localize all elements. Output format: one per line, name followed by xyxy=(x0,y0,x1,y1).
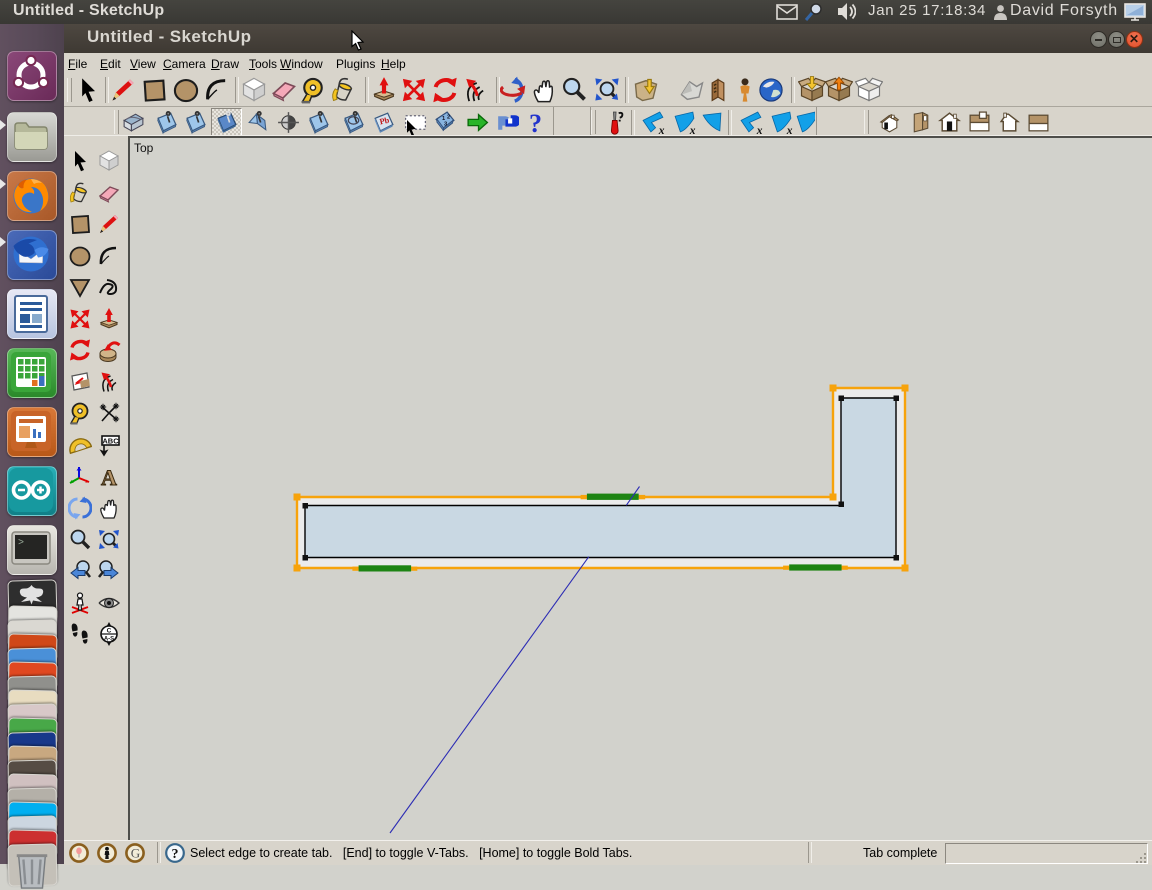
svg-text:>: > xyxy=(18,538,24,549)
svg-text:?: ? xyxy=(529,110,542,135)
svg-text:2: 2 xyxy=(447,115,450,121)
svg-text:G: G xyxy=(131,846,140,861)
svg-text:C: C xyxy=(107,628,112,635)
svg-text:x: x xyxy=(786,125,793,135)
svg-text:x: x xyxy=(689,125,696,135)
svg-text:x: x xyxy=(756,125,763,135)
svg-text:?: ? xyxy=(172,847,179,862)
svg-text:3: 3 xyxy=(444,122,447,128)
svg-text:x: x xyxy=(657,125,664,135)
svg-text:ABC: ABC xyxy=(102,436,119,445)
svg-text:A-S: A-S xyxy=(104,637,114,643)
svg-text:A: A xyxy=(101,465,117,489)
